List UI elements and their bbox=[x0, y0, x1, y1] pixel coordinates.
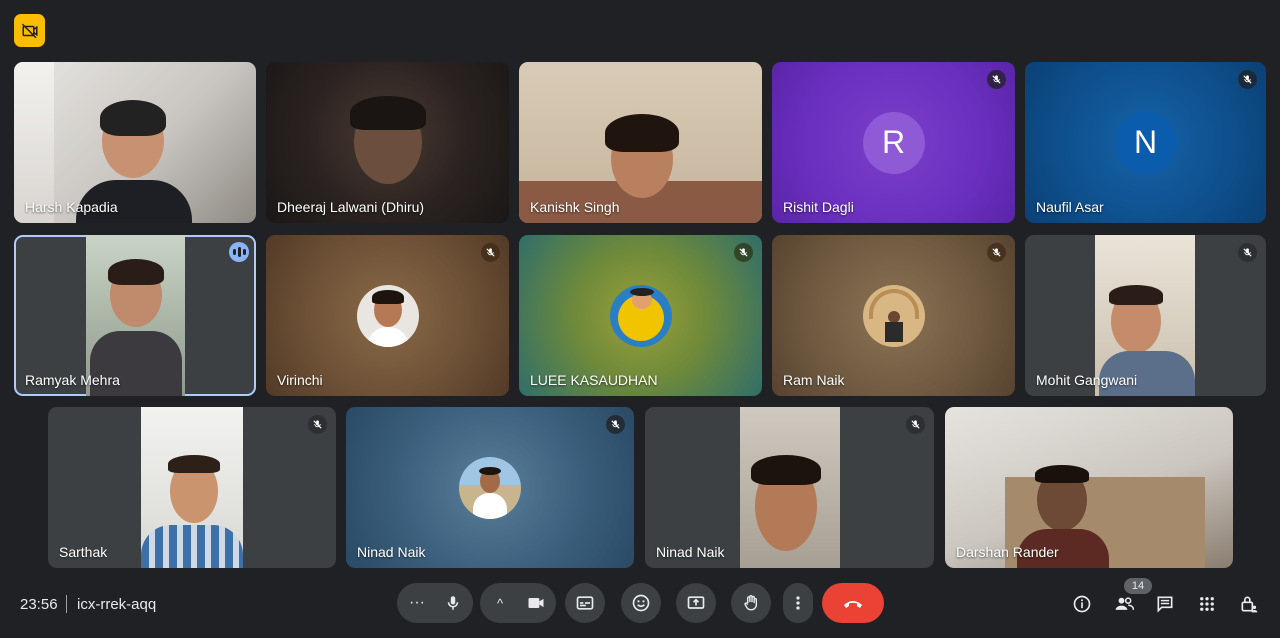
hang-up-icon bbox=[844, 601, 862, 608]
participant-tile[interactable]: Ninad Naik bbox=[645, 407, 934, 568]
mic-off-icon bbox=[313, 420, 322, 429]
apps-grid-icon bbox=[1200, 597, 1214, 611]
participant-tile[interactable]: Harsh Kapadia bbox=[14, 62, 256, 223]
mic-off-icon bbox=[992, 75, 1001, 84]
chat-button[interactable] bbox=[1154, 593, 1176, 615]
participant-name: Ramyak Mehra bbox=[25, 372, 120, 388]
mic-off-indicator bbox=[906, 415, 925, 434]
captions-button[interactable] bbox=[565, 583, 605, 623]
mic-off-icon bbox=[739, 248, 748, 257]
participant-name: Ninad Naik bbox=[656, 544, 725, 560]
mic-off-icon bbox=[1243, 248, 1252, 257]
host-controls-button[interactable] bbox=[1238, 593, 1260, 615]
participant-name: LUEE KASAUDHAN bbox=[530, 372, 658, 388]
mic-off-icon bbox=[486, 248, 495, 257]
meeting-code: icx-rrek-aqq bbox=[77, 596, 157, 613]
lock-person-icon bbox=[1241, 596, 1258, 613]
participant-tile[interactable]: R Rishit Dagli bbox=[772, 62, 1015, 223]
participant-count-badge: 14 bbox=[1124, 578, 1152, 594]
present-screen-icon bbox=[687, 596, 705, 609]
mic-off-indicator bbox=[606, 415, 625, 434]
participant-name: Harsh Kapadia bbox=[25, 199, 118, 215]
activities-button[interactable] bbox=[1196, 593, 1218, 615]
participant-tile[interactable]: Ninad Naik bbox=[346, 407, 634, 568]
participant-tile[interactable]: Virinchi bbox=[266, 235, 509, 396]
avatar-photo bbox=[862, 284, 925, 347]
participant-name: Mohit Gangwani bbox=[1036, 372, 1138, 388]
participant-tile[interactable]: Sarthak bbox=[48, 407, 336, 568]
presentation-off-badge[interactable] bbox=[14, 14, 45, 47]
mic-off-indicator bbox=[481, 243, 500, 262]
participant-name: Virinchi bbox=[277, 372, 323, 388]
avatar-initial: N bbox=[1114, 111, 1177, 174]
mic-off-icon bbox=[611, 420, 620, 429]
present-button[interactable] bbox=[676, 583, 716, 623]
mic-off-icon bbox=[992, 248, 1001, 257]
participant-name: Darshan Rander bbox=[956, 544, 1059, 560]
speaking-indicator bbox=[229, 242, 249, 262]
participant-name: Dheeraj Lalwani (Dhiru) bbox=[277, 199, 425, 215]
avatar-photo bbox=[356, 284, 419, 347]
people-icon bbox=[1115, 597, 1134, 611]
avatar-photo bbox=[459, 456, 521, 519]
mic-off-indicator bbox=[987, 70, 1006, 89]
camera-icon bbox=[528, 598, 544, 608]
participant-name: Ninad Naik bbox=[357, 544, 426, 560]
leave-call-button[interactable] bbox=[822, 583, 884, 623]
meeting-clock: 23:56 bbox=[20, 596, 58, 613]
avatar-photo bbox=[609, 284, 672, 347]
people-button[interactable] bbox=[1113, 593, 1135, 615]
mic-off-indicator bbox=[987, 243, 1006, 262]
participant-name: Naufil Asar bbox=[1036, 199, 1104, 215]
hand-icon bbox=[744, 594, 758, 611]
camera-button[interactable] bbox=[516, 583, 556, 623]
participant-name: Kanishk Singh bbox=[530, 199, 620, 215]
captions-icon bbox=[576, 596, 594, 610]
reactions-button[interactable] bbox=[621, 583, 661, 623]
participant-tile[interactable]: Ram Naik bbox=[772, 235, 1015, 396]
participant-tile[interactable]: Kanishk Singh bbox=[519, 62, 762, 223]
participant-tile[interactable]: Mohit Gangwani bbox=[1025, 235, 1266, 396]
avatar-initial: R bbox=[862, 111, 925, 174]
participant-tile[interactable]: Dheeraj Lalwani (Dhiru) bbox=[266, 62, 509, 223]
participant-tile[interactable]: LUEE KASAUDHAN bbox=[519, 235, 762, 396]
more-options-button[interactable] bbox=[783, 583, 813, 623]
meeting-controls-bar: 23:56 icx-rrek-aqq ··· ^ 14 bbox=[0, 578, 1280, 628]
mic-control-group: ··· bbox=[397, 583, 473, 623]
mic-off-indicator bbox=[734, 243, 753, 262]
mic-off-indicator bbox=[1238, 70, 1257, 89]
raise-hand-button[interactable] bbox=[731, 583, 771, 623]
participant-name: Rishit Dagli bbox=[783, 199, 854, 215]
participant-name: Ram Naik bbox=[783, 372, 845, 388]
info-icon bbox=[1073, 595, 1091, 613]
more-vert-icon bbox=[796, 596, 800, 610]
participant-name: Sarthak bbox=[59, 544, 108, 560]
microphone-icon bbox=[447, 596, 459, 610]
meeting-details-button[interactable] bbox=[1071, 593, 1093, 615]
participant-tile[interactable]: Darshan Rander bbox=[945, 407, 1233, 568]
camera-control-group: ^ bbox=[480, 583, 556, 623]
microphone-button[interactable] bbox=[433, 583, 473, 623]
participant-tile-speaking[interactable]: Ramyak Mehra bbox=[14, 235, 256, 396]
audio-options-button[interactable]: ··· bbox=[401, 583, 433, 623]
mic-off-indicator bbox=[308, 415, 327, 434]
chat-icon bbox=[1157, 596, 1173, 613]
emoji-icon bbox=[632, 594, 650, 612]
mic-off-icon bbox=[1243, 75, 1252, 84]
no-video-icon bbox=[21, 23, 37, 38]
mic-off-indicator bbox=[1238, 243, 1257, 262]
participant-tile[interactable]: N Naufil Asar bbox=[1025, 62, 1266, 223]
mic-off-icon bbox=[911, 420, 920, 429]
divider bbox=[66, 595, 67, 613]
video-options-button[interactable]: ^ bbox=[484, 583, 516, 623]
